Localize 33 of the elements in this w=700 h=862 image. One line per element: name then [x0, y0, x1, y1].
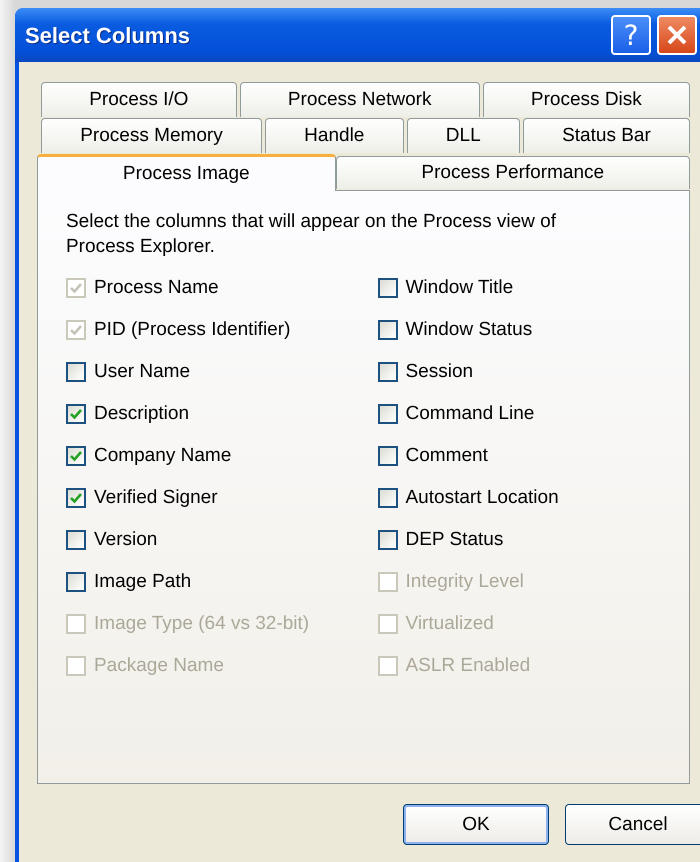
- column-checkbox[interactable]: Autostart Location: [378, 477, 689, 519]
- close-button[interactable]: [657, 15, 697, 55]
- check-icon: [69, 491, 83, 505]
- check-icon: [69, 407, 83, 421]
- column-checkbox[interactable]: Version: [66, 519, 378, 561]
- check-icon: [69, 449, 83, 463]
- column-checkbox[interactable]: Window Status: [378, 309, 689, 351]
- tab[interactable]: DLL: [406, 118, 520, 153]
- column-checkbox[interactable]: Description: [66, 393, 378, 435]
- tab[interactable]: Handle: [264, 118, 404, 153]
- column-checkbox[interactable]: User Name: [66, 351, 378, 393]
- check-icon: [69, 281, 83, 295]
- check-icon: [69, 323, 83, 337]
- tab[interactable]: Process Disk: [482, 82, 690, 117]
- window-title: Select Columns: [25, 22, 192, 49]
- ok-button[interactable]: OK: [403, 804, 549, 845]
- column-checkbox[interactable]: Comment: [378, 435, 689, 477]
- description-text: Select the columns that will appear on the Process view of Process Explorer.: [66, 210, 558, 259]
- help-button[interactable]: ?: [611, 15, 651, 55]
- column-checkbox[interactable]: DEP Status: [378, 519, 689, 561]
- tab[interactable]: Process I/O: [41, 82, 237, 117]
- cancel-button[interactable]: Cancel: [565, 804, 700, 845]
- column-checkbox[interactable]: Verified Signer: [66, 477, 378, 519]
- tab[interactable]: Status Bar: [522, 118, 690, 153]
- column-checkbox[interactable]: Command Line: [378, 393, 689, 435]
- tab[interactable]: Process Memory: [41, 118, 262, 153]
- tab[interactable]: Process Network: [240, 82, 480, 117]
- column-checkbox[interactable]: Session: [378, 351, 689, 393]
- tab[interactable]: Process Performance: [336, 156, 690, 189]
- column-checkbox[interactable]: Window Title: [378, 267, 689, 309]
- column-checkbox[interactable]: Image Path: [66, 561, 378, 603]
- column-checkbox[interactable]: Company Name: [66, 435, 378, 477]
- tab[interactable]: Process Image: [37, 154, 336, 191]
